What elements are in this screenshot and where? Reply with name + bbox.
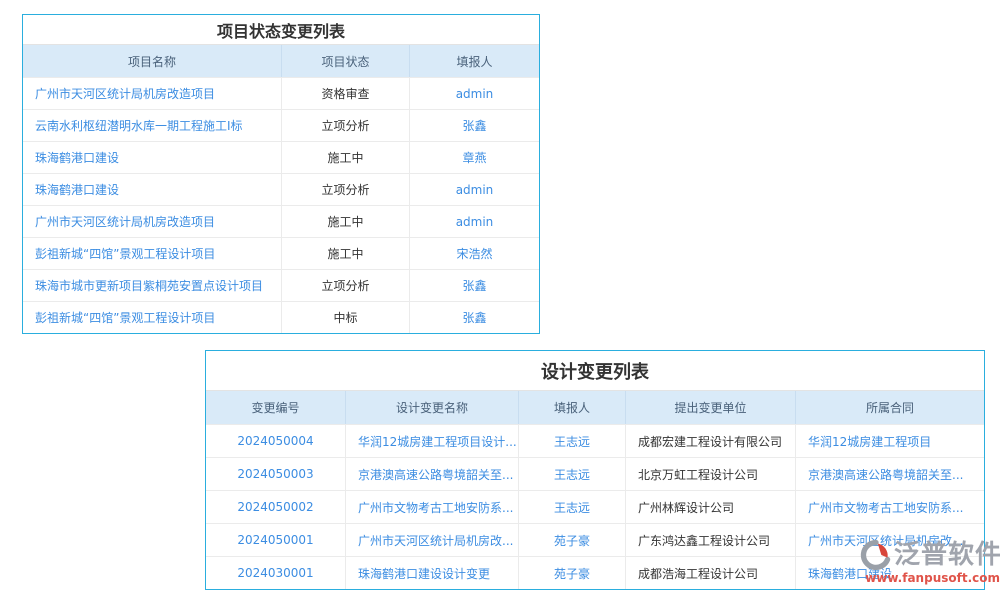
change-code-link[interactable]: 2024050003 [206,458,346,490]
table-row: 广州市天河区统计局机房改造项目 资格审查 admin [23,77,539,109]
project-status-table-header: 项目名称 项目状态 填报人 [23,45,539,77]
table-row: 2024050004 华润12城房建工程项目设计... 王志远 成都宏建工程设计… [206,424,984,457]
reporter-link[interactable]: 王志远 [519,491,626,523]
column-header-proposing-unit: 提出变更单位 [626,391,796,424]
column-header-project-status: 项目状态 [282,45,410,77]
column-header-change-code: 变更编号 [206,391,346,424]
change-code-link[interactable]: 2024050004 [206,425,346,457]
project-status-text: 资格审查 [282,78,410,109]
project-name-link[interactable]: 珠海市城市更新项目紫桐苑安置点设计项目 [23,270,282,301]
column-header-contract: 所属合同 [796,391,984,424]
table-row: 珠海鹤港口建设 立项分析 admin [23,173,539,205]
project-name-link[interactable]: 珠海鹤港口建设 [23,174,282,205]
design-change-table-title: 设计变更列表 [206,351,984,391]
contract-link[interactable]: 广州市文物考古工地安防系... [796,491,984,523]
project-status-text: 施工中 [282,142,410,173]
project-status-change-table: 项目状态变更列表 项目名称 项目状态 填报人 广州市天河区统计局机房改造项目 资… [22,14,540,334]
project-name-link[interactable]: 广州市天河区统计局机房改造项目 [23,206,282,237]
project-name-link[interactable]: 珠海鹤港口建设 [23,142,282,173]
design-change-table-header: 变更编号 设计变更名称 填报人 提出变更单位 所属合同 [206,391,984,424]
proposing-unit-text: 成都宏建工程设计有限公司 [626,425,796,457]
change-code-link[interactable]: 2024030001 [206,557,346,589]
table-row: 珠海鹤港口建设 施工中 章燕 [23,141,539,173]
project-status-text: 立项分析 [282,174,410,205]
column-header-reporter: 填报人 [410,45,539,77]
project-name-link[interactable]: 彭祖新城“四馆”景观工程设计项目 [23,302,282,333]
table-row: 2024030001 珠海鹤港口建设设计变更 苑子豪 成都浩海工程设计公司 珠海… [206,556,984,589]
reporter-link[interactable]: 张鑫 [410,270,539,301]
project-status-text: 中标 [282,302,410,333]
reporter-link[interactable]: 章燕 [410,142,539,173]
reporter-link[interactable]: 苑子豪 [519,524,626,556]
design-change-name-link[interactable]: 珠海鹤港口建设设计变更 [346,557,519,589]
project-name-link[interactable]: 云南水利枢纽潜明水库一期工程施工I标 [23,110,282,141]
design-change-name-link[interactable]: 京港澳高速公路粤境韶关至... [346,458,519,490]
design-change-name-link[interactable]: 广州市天河区统计局机房改... [346,524,519,556]
proposing-unit-text: 广州林辉设计公司 [626,491,796,523]
table-row: 彭祖新城“四馆”景观工程设计项目 中标 张鑫 [23,301,539,333]
project-status-text: 施工中 [282,206,410,237]
reporter-link[interactable]: 王志远 [519,458,626,490]
reporter-link[interactable]: 王志远 [519,425,626,457]
proposing-unit-text: 成都浩海工程设计公司 [626,557,796,589]
table-row: 珠海市城市更新项目紫桐苑安置点设计项目 立项分析 张鑫 [23,269,539,301]
reporter-link[interactable]: 宋浩然 [410,238,539,269]
table-row: 广州市天河区统计局机房改造项目 施工中 admin [23,205,539,237]
table-row: 2024050001 广州市天河区统计局机房改... 苑子豪 广东鸿达鑫工程设计… [206,523,984,556]
proposing-unit-text: 北京万虹工程设计公司 [626,458,796,490]
contract-link[interactable]: 广州市天河区统计局机房改... [796,524,984,556]
table-row: 彭祖新城“四馆”景观工程设计项目 施工中 宋浩然 [23,237,539,269]
project-status-text: 施工中 [282,238,410,269]
contract-link[interactable]: 华润12城房建工程项目 [796,425,984,457]
project-status-text: 立项分析 [282,110,410,141]
project-name-link[interactable]: 彭祖新城“四馆”景观工程设计项目 [23,238,282,269]
table-row: 云南水利枢纽潜明水库一期工程施工I标 立项分析 张鑫 [23,109,539,141]
change-code-link[interactable]: 2024050001 [206,524,346,556]
proposing-unit-text: 广东鸿达鑫工程设计公司 [626,524,796,556]
reporter-link[interactable]: admin [410,78,539,109]
change-code-link[interactable]: 2024050002 [206,491,346,523]
reporter-link[interactable]: 张鑫 [410,110,539,141]
design-change-name-link[interactable]: 广州市文物考古工地安防系... [346,491,519,523]
reporter-link[interactable]: 苑子豪 [519,557,626,589]
project-name-link[interactable]: 广州市天河区统计局机房改造项目 [23,78,282,109]
reporter-link[interactable]: admin [410,174,539,205]
design-change-name-link[interactable]: 华润12城房建工程项目设计... [346,425,519,457]
table-row: 2024050002 广州市文物考古工地安防系... 王志远 广州林辉设计公司 … [206,490,984,523]
column-header-reporter: 填报人 [519,391,626,424]
design-change-table: 设计变更列表 变更编号 设计变更名称 填报人 提出变更单位 所属合同 20240… [205,350,985,590]
contract-link[interactable]: 京港澳高速公路粤境韶关至... [796,458,984,490]
reporter-link[interactable]: admin [410,206,539,237]
column-header-change-name: 设计变更名称 [346,391,519,424]
project-status-text: 立项分析 [282,270,410,301]
project-status-table-title: 项目状态变更列表 [23,15,539,45]
reporter-link[interactable]: 张鑫 [410,302,539,333]
column-header-project-name: 项目名称 [23,45,282,77]
contract-link[interactable]: 珠海鹤港口建设 [796,557,984,589]
table-row: 2024050003 京港澳高速公路粤境韶关至... 王志远 北京万虹工程设计公… [206,457,984,490]
